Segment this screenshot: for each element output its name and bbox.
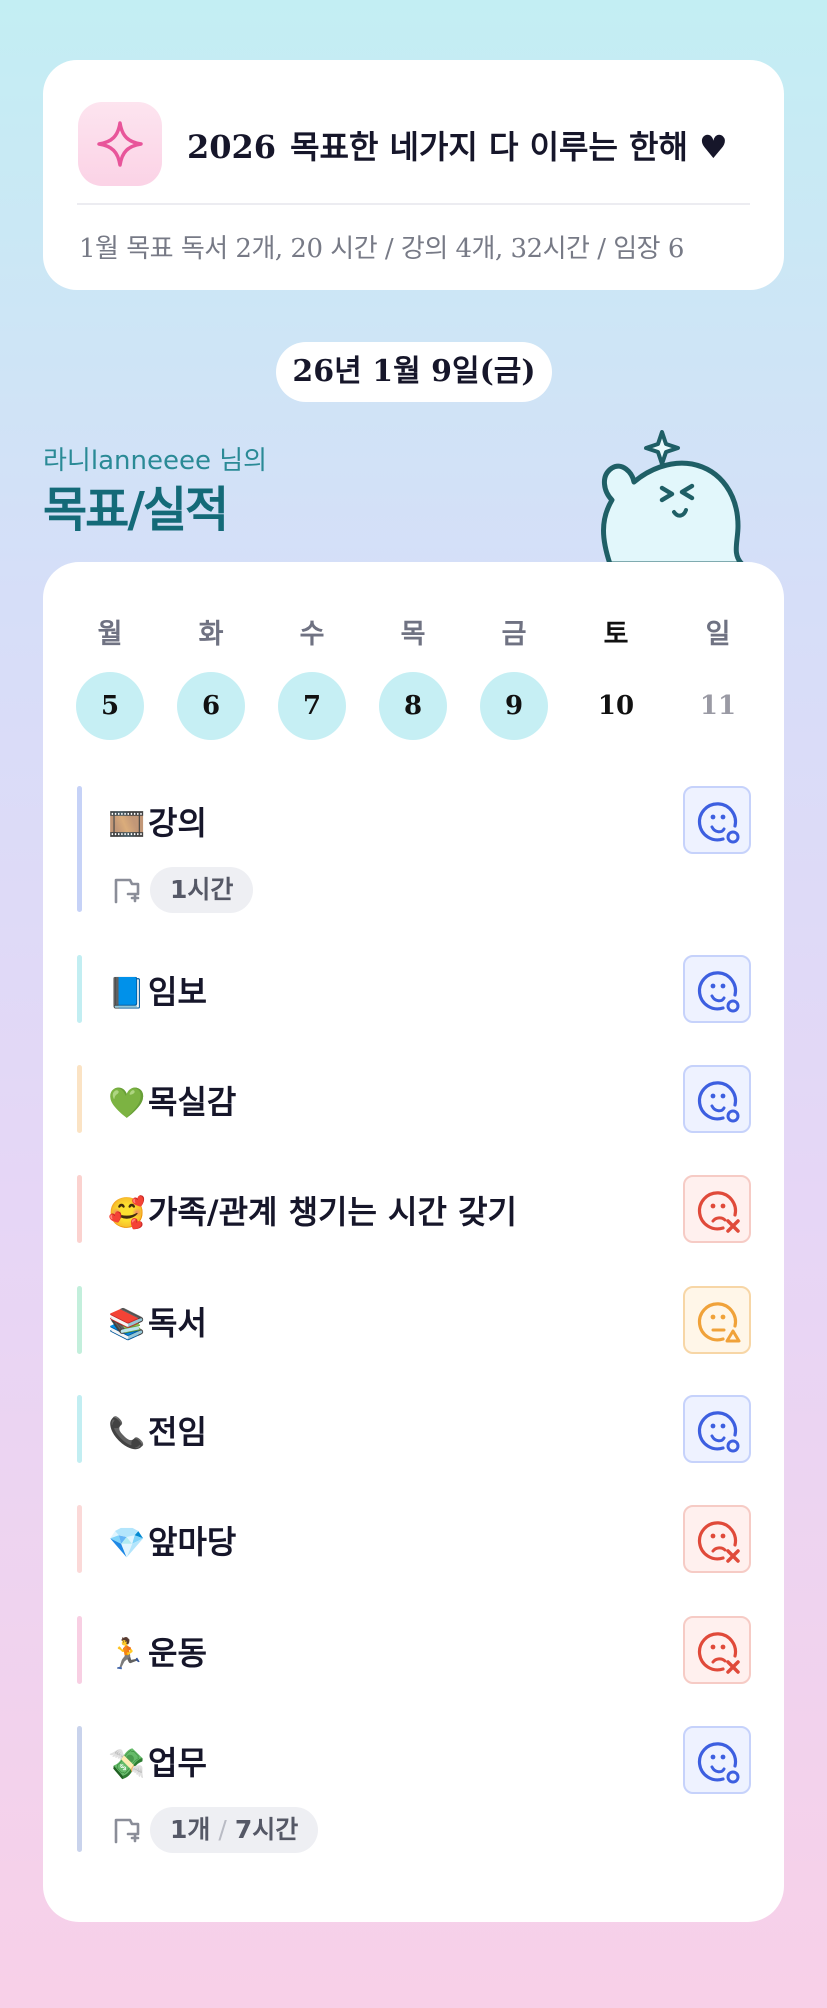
goal-item-7[interactable]: 💎앞마당 <box>108 1517 236 1563</box>
status-face-ok-icon[interactable] <box>683 955 751 1023</box>
date-pill[interactable]: 26년 1월 9일(금) <box>276 342 552 402</box>
goal-color-bar <box>77 1286 82 1354</box>
goal-item-9[interactable]: 💸업무 <box>108 1738 207 1784</box>
goal-title: 독서 <box>148 1304 207 1342</box>
chip-value: 7시간 <box>234 1815 299 1844</box>
sparkle-icon <box>78 102 162 186</box>
date-cell-11[interactable]: 11 <box>684 672 752 740</box>
goal-item-6[interactable]: 📞전임 <box>108 1407 207 1453</box>
status-face-fail-icon[interactable] <box>683 1616 751 1684</box>
goal-emoji-icon: 📘 <box>108 976 146 1011</box>
weekday-label: 월 <box>97 619 123 650</box>
goal-color-bar <box>77 1175 82 1243</box>
goal-year: 2026 <box>187 128 277 166</box>
date-cell-8[interactable]: 8 <box>379 672 447 740</box>
weekday-label: 금 <box>501 619 527 650</box>
goal-item-8[interactable]: 🏃운동 <box>108 1628 207 1674</box>
goal-emoji-icon: 🏃 <box>108 1637 146 1672</box>
goal-color-bar <box>77 1505 82 1573</box>
goal-title: 가족/관계 챙기는 시간 갖기 <box>148 1193 517 1231</box>
goal-item-4[interactable]: 🥰가족/관계 챙기는 시간 갖기 <box>108 1187 517 1233</box>
weekday-label: 수 <box>299 619 325 650</box>
monthly-goal-text: 1월 목표 독서 2개, 20 시간 / 강의 4개, 32시간 / 임장 6 <box>79 234 684 264</box>
goal-color-bar <box>77 786 82 912</box>
goal-item-5[interactable]: 📚독서 <box>108 1298 207 1344</box>
goal-emoji-icon: 💚 <box>108 1086 146 1121</box>
goal-item-3[interactable]: 💚목실감 <box>108 1077 236 1123</box>
goal-emoji-icon: 💸 <box>108 1747 146 1782</box>
goal-title: 임보 <box>148 973 207 1011</box>
yearly-goal-title: 2026 목표한 네가지 다 이루는 한해 ♥ <box>187 128 728 166</box>
weekday-label: 일 <box>705 619 731 650</box>
status-face-ok-icon[interactable] <box>683 1065 751 1133</box>
goal-color-bar <box>77 1395 82 1463</box>
date-cell-5[interactable]: 5 <box>76 672 144 740</box>
weekday-label: 목 <box>400 619 426 650</box>
weekday-label: 토 <box>603 619 629 650</box>
status-face-ok-icon[interactable] <box>683 1726 751 1794</box>
goal-color-bar <box>77 1065 82 1133</box>
goal-card <box>43 562 784 1922</box>
chip-value: 1개 <box>170 1815 211 1844</box>
divider <box>77 203 750 205</box>
page-heading: 목표/실적 <box>43 482 229 538</box>
mascot-illustration <box>601 430 745 564</box>
status-face-partial-icon[interactable] <box>683 1286 751 1354</box>
date-cell-9[interactable]: 9 <box>480 672 548 740</box>
goal-emoji-icon: 🎞️ <box>108 807 146 842</box>
goal-record: 1개/7시간 <box>110 1807 319 1853</box>
record-chip: 1개/7시간 <box>150 1807 319 1853</box>
chip-value: 1시간 <box>170 875 234 904</box>
goal-title: 앞마당 <box>148 1523 237 1561</box>
goal-emoji-icon: 🥰 <box>108 1196 146 1231</box>
weekday-label: 화 <box>198 619 224 650</box>
goal-item-1[interactable]: 🎞️강의 <box>108 798 207 844</box>
goal-emoji-icon: 📚 <box>108 1307 146 1342</box>
goal-header-card: 2026 목표한 네가지 다 이루는 한해 ♥ 1월 목표 독서 2개, 20 시… <box>43 60 784 290</box>
goal-title: 목실감 <box>148 1083 237 1121</box>
goal-title: 전임 <box>148 1413 207 1451</box>
goal-color-bar <box>77 955 82 1023</box>
date-cell-7[interactable]: 7 <box>278 672 346 740</box>
goal-emoji-icon: 📞 <box>108 1416 146 1451</box>
flag-icon <box>114 1818 140 1844</box>
flag-icon <box>114 878 140 904</box>
date-cell-10[interactable]: 10 <box>582 672 650 740</box>
goal-title: 운동 <box>148 1634 207 1672</box>
goal-color-bar <box>77 1726 82 1852</box>
date-cell-6[interactable]: 6 <box>177 672 245 740</box>
status-face-ok-icon[interactable] <box>683 786 751 854</box>
goal-title: 업무 <box>148 1744 207 1782</box>
goal-emoji-icon: 💎 <box>108 1526 146 1561</box>
goal-item-2[interactable]: 📘임보 <box>108 967 207 1013</box>
goal-color-bar <box>77 1616 82 1684</box>
status-face-fail-icon[interactable] <box>683 1175 751 1243</box>
chip-separator: / <box>218 1815 227 1844</box>
goal-title: 강의 <box>148 804 207 842</box>
status-face-ok-icon[interactable] <box>683 1395 751 1463</box>
goal-record: 1시간 <box>110 867 254 913</box>
record-chip: 1시간 <box>150 867 254 913</box>
status-face-fail-icon[interactable] <box>683 1505 751 1573</box>
